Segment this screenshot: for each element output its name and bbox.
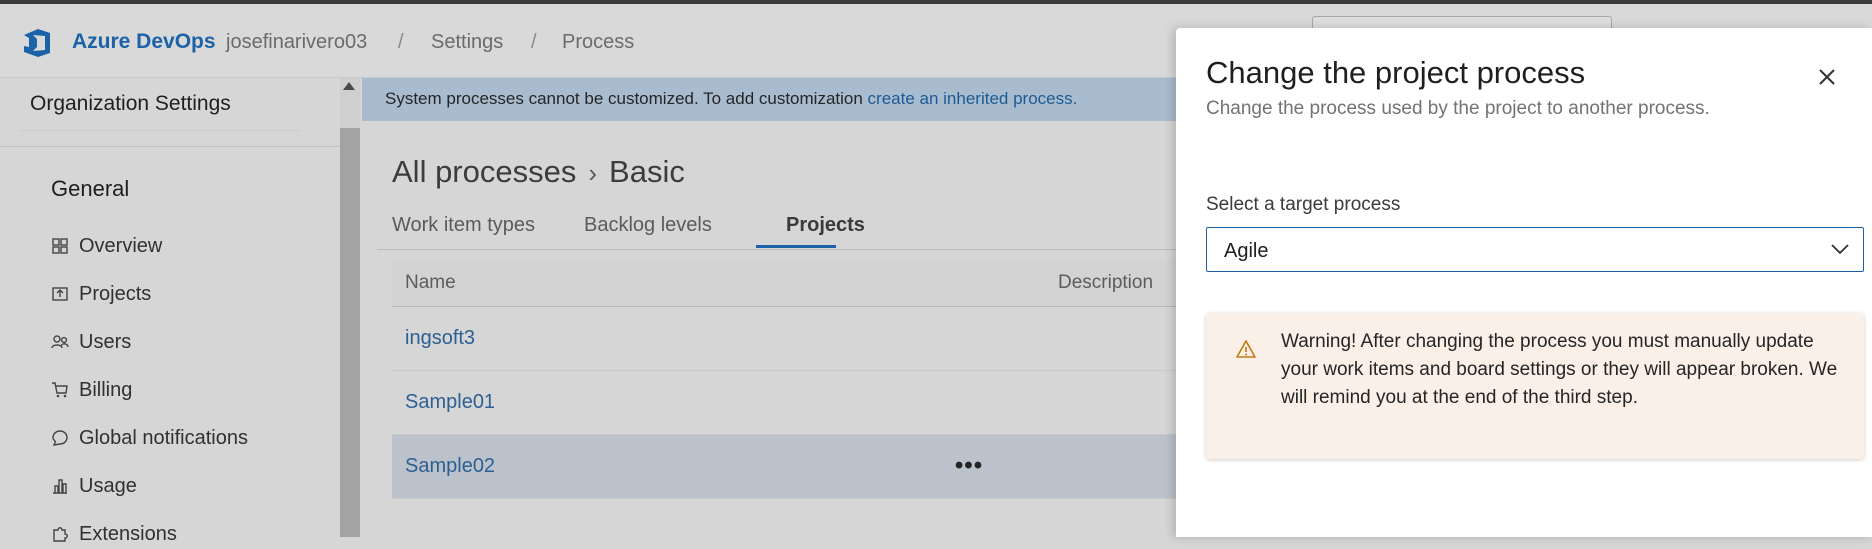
breadcrumb-separator: /	[531, 31, 537, 53]
process-content: System processes cannot be customized. T…	[362, 78, 1176, 537]
scroll-up-arrow-icon[interactable]	[343, 82, 355, 90]
target-process-label: Select a target process	[1206, 194, 1401, 215]
tab-projects[interactable]: Projects	[786, 214, 865, 237]
tab-backlog-levels[interactable]: Backlog levels	[584, 214, 712, 237]
breadcrumb-all-processes[interactable]: All processes	[392, 154, 576, 189]
sidebar-item-usage[interactable]: Usage	[51, 471, 137, 501]
divider	[20, 130, 300, 131]
brand-name[interactable]: Azure DevOps	[72, 30, 216, 54]
overview-icon	[52, 238, 68, 254]
sidebar-item-label: Users	[79, 330, 132, 353]
divider	[0, 146, 340, 147]
panel-subtitle: Change the process used by the project t…	[1206, 98, 1710, 119]
banner-text: System processes cannot be customized. T…	[385, 89, 1077, 109]
change-process-panel: Change the project process Change the pr…	[1176, 28, 1872, 537]
project-link-ingsoft3[interactable]: ingsoft3	[405, 327, 475, 350]
sidebar-item-label: Usage	[79, 474, 137, 497]
project-link-sample02[interactable]: Sample02	[405, 455, 495, 478]
tabs-divider	[377, 249, 1176, 250]
process-name: Basic	[609, 154, 685, 189]
nav-group-general: General	[51, 176, 130, 201]
chevron-down-icon	[1831, 244, 1849, 255]
table-row-selected[interactable]: Sample02 •••	[392, 435, 1176, 499]
column-header-description[interactable]: Description	[1058, 272, 1153, 294]
breadcrumb-organization[interactable]: josefinarivero03	[226, 31, 367, 54]
breadcrumb-separator: /	[398, 31, 404, 53]
table-row[interactable]: Sample01	[392, 371, 1176, 435]
selected-process-value: Agile	[1224, 240, 1269, 262]
project-link-sample01[interactable]: Sample01	[405, 391, 495, 414]
panel-title: Change the project process	[1206, 55, 1586, 90]
azure-devops-logo-icon[interactable]	[20, 26, 54, 60]
sidebar-item-label: Billing	[79, 378, 133, 401]
breadcrumb-process[interactable]: Process	[562, 31, 634, 54]
sidebar-item-billing[interactable]: Billing	[51, 375, 132, 405]
table-header: Name Description	[392, 258, 1176, 307]
warning-icon	[1236, 340, 1256, 358]
target-process-dropdown[interactable]: Agile	[1206, 227, 1864, 272]
info-banner: System processes cannot be customized. T…	[362, 78, 1176, 121]
warning-message: Warning! After changing the process you …	[1206, 313, 1864, 459]
chat-icon	[52, 430, 68, 446]
page-title: All processes › Basic	[392, 154, 685, 190]
breadcrumb-settings[interactable]: Settings	[431, 31, 503, 54]
sidebar-title: Organization Settings	[30, 92, 231, 115]
sidebar-item-label: Global notifications	[79, 426, 248, 449]
sidebar-item-label: Overview	[79, 234, 163, 257]
sidebar-item-label: Extensions	[79, 522, 177, 545]
column-header-name[interactable]: Name	[405, 272, 456, 294]
sidebar-item-label: Projects	[79, 282, 152, 305]
cart-icon	[52, 382, 68, 398]
sidebar-item-global-notifications[interactable]: Global notifications	[51, 423, 248, 453]
warning-text: Warning! After changing the process you …	[1281, 331, 1838, 408]
sidebar-item-extensions[interactable]: Extensions	[51, 519, 177, 549]
active-tab-indicator	[756, 245, 836, 248]
settings-sidebar: Organization Settings General Overview P…	[0, 78, 340, 545]
sidebar-item-projects[interactable]: Projects	[51, 279, 151, 309]
tab-work-item-types[interactable]: Work item types	[392, 214, 535, 237]
users-icon	[51, 335, 69, 349]
sidebar-scrollbar-thumb[interactable]	[340, 128, 360, 537]
sidebar-item-overview[interactable]: Overview	[51, 231, 162, 261]
close-icon[interactable]	[1814, 64, 1840, 90]
banner-message: System processes cannot be customized. T…	[385, 89, 868, 108]
sidebar-item-users[interactable]: Users	[51, 327, 131, 357]
create-inherited-process-link[interactable]: create an inherited process.	[868, 89, 1078, 108]
projects-icon	[52, 287, 68, 301]
chevron-right-icon: ›	[588, 158, 598, 188]
usage-icon	[53, 479, 67, 494]
more-actions-button[interactable]: •••	[952, 452, 986, 479]
puzzle-icon	[53, 527, 68, 542]
table-row[interactable]: ingsoft3	[392, 307, 1176, 371]
